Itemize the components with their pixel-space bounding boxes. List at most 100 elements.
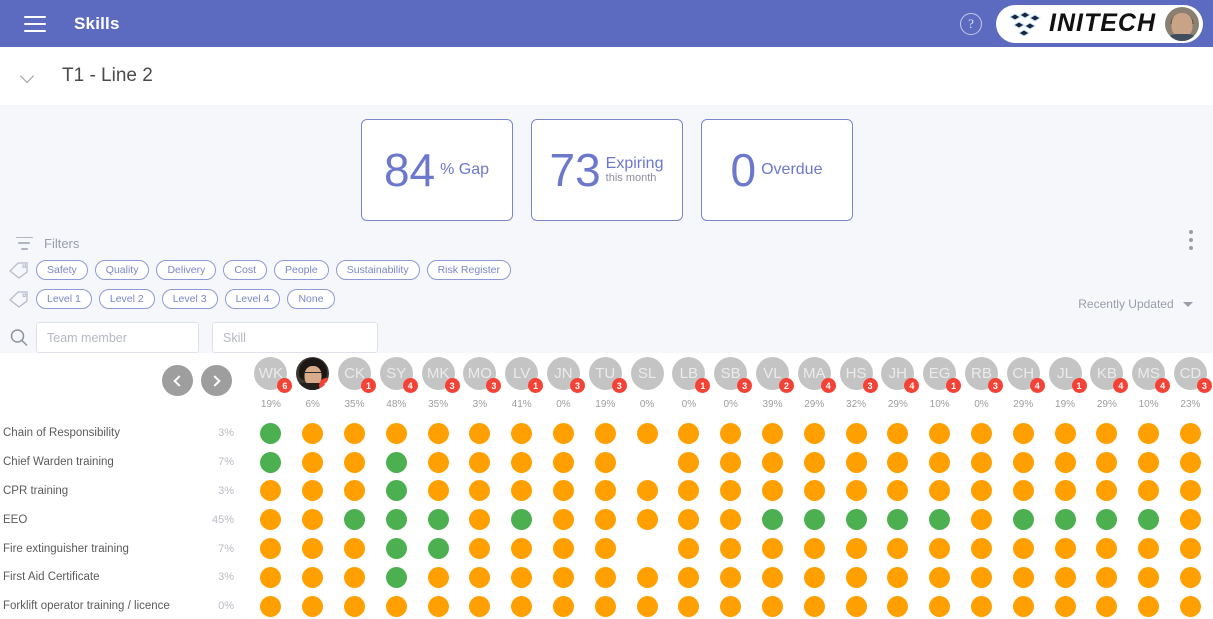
matrix-cell[interactable] [334, 480, 376, 502]
matrix-cell[interactable] [877, 422, 919, 444]
matrix-cell[interactable] [668, 451, 710, 473]
chip-level-1[interactable]: Level 1 [36, 288, 92, 309]
matrix-cell[interactable] [417, 566, 459, 588]
matrix-cell[interactable] [1002, 509, 1044, 531]
matrix-cell[interactable] [250, 480, 292, 502]
matrix-cell[interactable] [835, 538, 877, 560]
matrix-cell[interactable] [417, 422, 459, 444]
matrix-cell[interactable] [1002, 566, 1044, 588]
matrix-cell[interactable] [292, 451, 334, 473]
matrix-cell[interactable] [919, 422, 961, 444]
matrix-cell[interactable] [793, 595, 835, 617]
matrix-cell[interactable] [877, 451, 919, 473]
matrix-cell[interactable] [1086, 422, 1128, 444]
matrix-cell[interactable] [1128, 566, 1170, 588]
matrix-cell[interactable] [459, 451, 501, 473]
matrix-cell[interactable] [752, 538, 794, 560]
matrix-cell[interactable] [1044, 566, 1086, 588]
matrix-cell[interactable] [1044, 509, 1086, 531]
matrix-cell[interactable] [501, 509, 543, 531]
matrix-cell[interactable] [1086, 451, 1128, 473]
person-header[interactable]: CK 1 35% [334, 353, 376, 419]
matrix-cell[interactable] [584, 480, 626, 502]
person-header[interactable]: CD 3 23% [1170, 353, 1212, 419]
matrix-cell[interactable] [1044, 538, 1086, 560]
matrix-cell[interactable] [1170, 595, 1212, 617]
kebab-menu-icon[interactable] [1189, 230, 1193, 254]
person-header[interactable]: LB 1 0% [668, 353, 711, 419]
matrix-cell[interactable] [793, 538, 835, 560]
matrix-cell[interactable] [793, 422, 835, 444]
chip-people[interactable]: People [274, 259, 329, 280]
stat-card-overdue[interactable]: 0 Overdue [700, 119, 853, 221]
matrix-cell[interactable] [1170, 451, 1212, 473]
matrix-cell[interactable] [543, 451, 585, 473]
matrix-cell[interactable] [1170, 509, 1212, 531]
matrix-cell[interactable] [835, 451, 877, 473]
matrix-cell[interactable] [1002, 451, 1044, 473]
matrix-cell[interactable] [752, 480, 794, 502]
matrix-cell[interactable] [626, 509, 668, 531]
matrix-cell[interactable] [877, 538, 919, 560]
matrix-cell[interactable] [543, 566, 585, 588]
matrix-cell[interactable] [584, 422, 626, 444]
matrix-cell[interactable] [417, 480, 459, 502]
chip-quality[interactable]: Quality [94, 259, 150, 280]
matrix-cell[interactable] [1128, 595, 1170, 617]
matrix-cell[interactable] [1086, 595, 1128, 617]
matrix-cell[interactable] [1086, 509, 1128, 531]
matrix-cell[interactable] [1002, 480, 1044, 502]
matrix-cell[interactable] [793, 480, 835, 502]
person-header[interactable]: KB 4 29% [1086, 353, 1129, 419]
matrix-cell[interactable] [250, 422, 292, 444]
matrix-cell[interactable] [961, 566, 1003, 588]
matrix-cell[interactable] [584, 509, 626, 531]
matrix-cell[interactable] [835, 480, 877, 502]
matrix-cell[interactable] [459, 422, 501, 444]
chip-none[interactable]: None [287, 288, 335, 309]
matrix-cell[interactable] [793, 451, 835, 473]
matrix-cell[interactable] [1128, 422, 1170, 444]
skill-row[interactable]: Chief Warden training 7% [0, 448, 250, 477]
matrix-cell[interactable] [417, 595, 459, 617]
matrix-cell[interactable] [961, 422, 1003, 444]
matrix-cell[interactable] [292, 538, 334, 560]
matrix-cell[interactable] [1170, 480, 1212, 502]
matrix-cell[interactable] [543, 509, 585, 531]
matrix-cell[interactable] [626, 538, 668, 559]
matrix-cell[interactable] [1044, 480, 1086, 502]
matrix-cell[interactable] [584, 595, 626, 617]
matrix-cell[interactable] [501, 480, 543, 502]
matrix-cell[interactable] [710, 451, 752, 473]
matrix-cell[interactable] [501, 538, 543, 560]
matrix-cell[interactable] [543, 538, 585, 560]
matrix-cell[interactable] [668, 509, 710, 531]
search-input-skill[interactable] [212, 322, 378, 353]
matrix-cell[interactable] [961, 480, 1003, 502]
skill-row[interactable]: First Aid Certificate 3% [0, 563, 250, 592]
matrix-cell[interactable] [334, 595, 376, 617]
matrix-cell[interactable] [668, 480, 710, 502]
matrix-cell[interactable] [793, 509, 835, 531]
person-header[interactable]: JH 4 29% [877, 353, 920, 419]
matrix-cell[interactable] [292, 509, 334, 531]
stat-card-expiring[interactable]: 73 Expiring this month [530, 119, 683, 221]
matrix-cell[interactable] [334, 538, 376, 560]
matrix-cell[interactable] [877, 566, 919, 588]
matrix-cell[interactable] [710, 480, 752, 502]
matrix-cell[interactable] [919, 451, 961, 473]
matrix-cell[interactable] [375, 509, 417, 531]
matrix-cell[interactable] [919, 538, 961, 560]
matrix-cell[interactable] [1086, 480, 1128, 502]
person-header[interactable]: SL 0% [626, 353, 668, 419]
chip-safety[interactable]: Safety [36, 259, 88, 280]
person-header[interactable]: TU 3 19% [584, 353, 627, 419]
skill-row[interactable]: Fire extinguisher training 7% [0, 534, 250, 563]
chip-delivery[interactable]: Delivery [156, 259, 217, 280]
matrix-cell[interactable] [1002, 422, 1044, 444]
matrix-cell[interactable] [459, 480, 501, 502]
person-header[interactable]: 3 6% [292, 353, 334, 419]
matrix-cell[interactable] [1086, 538, 1128, 560]
matrix-cell[interactable] [919, 566, 961, 588]
matrix-cell[interactable] [793, 566, 835, 588]
